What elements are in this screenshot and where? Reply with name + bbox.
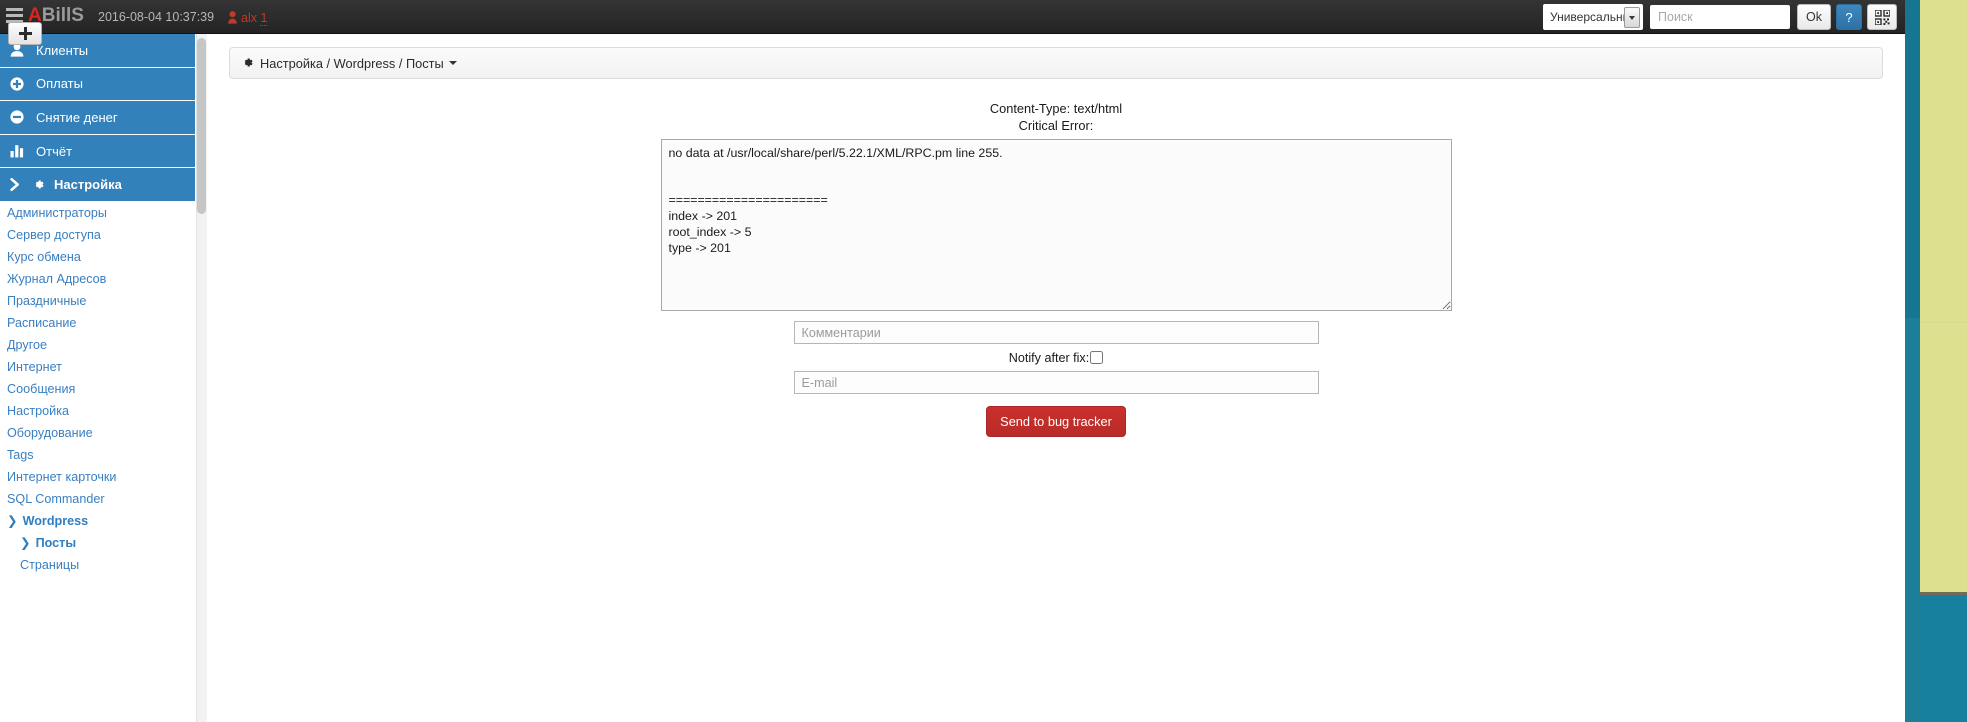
minus-circle-icon <box>10 110 32 125</box>
user-icon <box>10 43 32 57</box>
sidebar-sublink[interactable]: Курс обмена <box>0 246 195 268</box>
sidebar-sublink[interactable]: Оборудование <box>0 422 195 444</box>
notify-after-fix-label: Notify after fix: <box>1008 351 1090 365</box>
sidebar-sublinks: Администраторы Сервер доступа Курс обмена Ж… <box>0 202 195 576</box>
sidebar-sublink[interactable]: Праздничные <box>0 290 195 312</box>
plus-circle-icon <box>10 77 32 91</box>
sidebar-sublink-label: Журнал Адресов <box>7 271 107 286</box>
sidebar-sublink[interactable]: ❯ Посты <box>0 532 195 554</box>
plus-icon <box>18 27 32 40</box>
email-input[interactable] <box>793 371 1319 394</box>
chevron-right-icon: ❯ <box>20 535 31 550</box>
user-session-count: 1 <box>260 11 268 26</box>
sidebar-sublink-label: Сервер доступа <box>7 227 101 242</box>
content-type-line: Content-Type: text/html <box>989 101 1123 116</box>
sidebar-item-settings[interactable]: Настройка <box>0 168 195 202</box>
qr-code-icon <box>1874 9 1890 25</box>
logo-rest: BillS <box>41 5 84 26</box>
sidebar-item-label: Оплаты <box>36 76 83 92</box>
sidebar-sublink-label: Страницы <box>20 557 80 572</box>
sidebar-sublink-label: Администраторы <box>7 205 107 220</box>
sidebar-item-label: Снятие денег <box>36 109 118 125</box>
user-icon <box>228 11 237 24</box>
sidebar-sublink[interactable]: Сервер доступа <box>0 224 195 246</box>
search-input[interactable] <box>1650 5 1791 29</box>
sidebar-sublink[interactable]: Администраторы <box>0 202 195 224</box>
top-bar-controls: Универсальный Ok ? <box>1543 4 1897 30</box>
current-user[interactable]: alx 1 <box>228 9 268 26</box>
sidebar-sublink-label: Сообщения <box>7 381 76 396</box>
sidebar-sublink[interactable]: ❯ Wordpress <box>0 510 195 532</box>
sidebar-scrollbar-thumb[interactable] <box>197 38 206 214</box>
desktop-side-panel <box>1920 0 1967 595</box>
sidebar-sublink[interactable]: Сообщения <box>0 378 195 400</box>
server-timestamp: 2016-08-04 10:37:39 <box>98 10 215 24</box>
sidebar-sublink-label: SQL Commander <box>7 491 105 506</box>
error-detail-textarea[interactable] <box>660 139 1452 311</box>
sidebar-sublink[interactable]: Другое <box>0 334 195 356</box>
sidebar: Клиенты Оплаты Снятие денег Отчёт Настро… <box>0 34 195 722</box>
sidebar-sublink-label: Расписание <box>7 315 77 330</box>
notify-after-fix-row: Notify after fix: <box>207 351 1905 365</box>
browser-viewport: ABillS 2016-08-04 10:37:39 alx 1 Универс… <box>0 0 1905 722</box>
sidebar-sublink[interactable]: Расписание <box>0 312 195 334</box>
main-content: Настройка / Wordpress / Посты Content-Ty… <box>207 34 1905 722</box>
top-bar: ABillS 2016-08-04 10:37:39 alx 1 Универс… <box>0 0 1905 34</box>
sidebar-sublink-label: Tags <box>7 447 34 462</box>
sidebar-sublink[interactable]: Журнал Адресов <box>0 268 195 290</box>
sidebar-item-label: Клиенты <box>36 42 89 58</box>
search-ok-button[interactable]: Ok <box>1797 4 1831 30</box>
critical-error-label: Critical Error: <box>1018 118 1094 133</box>
sidebar-sublink[interactable]: Интернет <box>0 356 195 378</box>
sidebar-sublink-label: Посты <box>35 535 77 550</box>
sidebar-sublink[interactable]: Настройка <box>0 400 195 422</box>
sidebar-item-label: Отчёт <box>36 143 73 159</box>
chevron-down-icon[interactable] <box>1624 7 1641 28</box>
sidebar-item-payments[interactable]: Оплаты <box>0 67 195 102</box>
sidebar-sublink-label: Праздничные <box>7 293 87 308</box>
sidebar-sublink[interactable]: SQL Commander <box>0 488 195 510</box>
gear-icon <box>241 56 254 70</box>
search-scope-select[interactable]: Универсальный <box>1543 4 1644 30</box>
sidebar-sublink-label: Оборудование <box>7 425 93 440</box>
chevron-right-icon <box>10 178 32 192</box>
sidebar-sublink-label: Интернет карточки <box>7 469 117 484</box>
bar-chart-icon <box>10 144 32 158</box>
breadcrumb-text: Настройка / Wordpress / Посты <box>260 55 444 71</box>
sidebar-sublink[interactable]: Страницы <box>0 554 195 576</box>
notify-after-fix-checkbox[interactable] <box>1090 351 1104 364</box>
send-to-bug-tracker-button[interactable]: Send to bug tracker <box>986 406 1126 437</box>
desktop-side-panel-seam <box>1920 322 1967 323</box>
sidebar-item-label: Настройка <box>54 177 122 193</box>
comment-input[interactable] <box>793 321 1319 344</box>
user-name: alx <box>241 11 257 25</box>
breadcrumb[interactable]: Настройка / Wordpress / Посты <box>229 47 1883 79</box>
new-tab-button[interactable] <box>8 22 42 45</box>
qr-code-button[interactable] <box>1867 4 1897 30</box>
sidebar-item-report[interactable]: Отчёт <box>0 134 195 169</box>
sidebar-sublink[interactable]: Tags <box>0 444 195 466</box>
gear-icon <box>32 178 50 191</box>
sidebar-sublink-label: Другое <box>7 337 48 352</box>
help-button[interactable]: ? <box>1836 4 1862 30</box>
sidebar-sublink[interactable]: Интернет карточки <box>0 466 195 488</box>
sidebar-sublink-label: Интернет <box>7 359 62 374</box>
chevron-right-icon: ❯ <box>7 513 18 528</box>
chevron-down-icon[interactable] <box>448 61 457 65</box>
sidebar-sublink-label: Настройка <box>7 403 69 418</box>
sidebar-item-withdrawals[interactable]: Снятие денег <box>0 101 195 135</box>
sidebar-sublink-label: Курс обмена <box>7 249 81 264</box>
sidebar-sublink-label: Wordpress <box>22 513 89 528</box>
desktop-teal-strip-lower <box>1905 318 1920 722</box>
